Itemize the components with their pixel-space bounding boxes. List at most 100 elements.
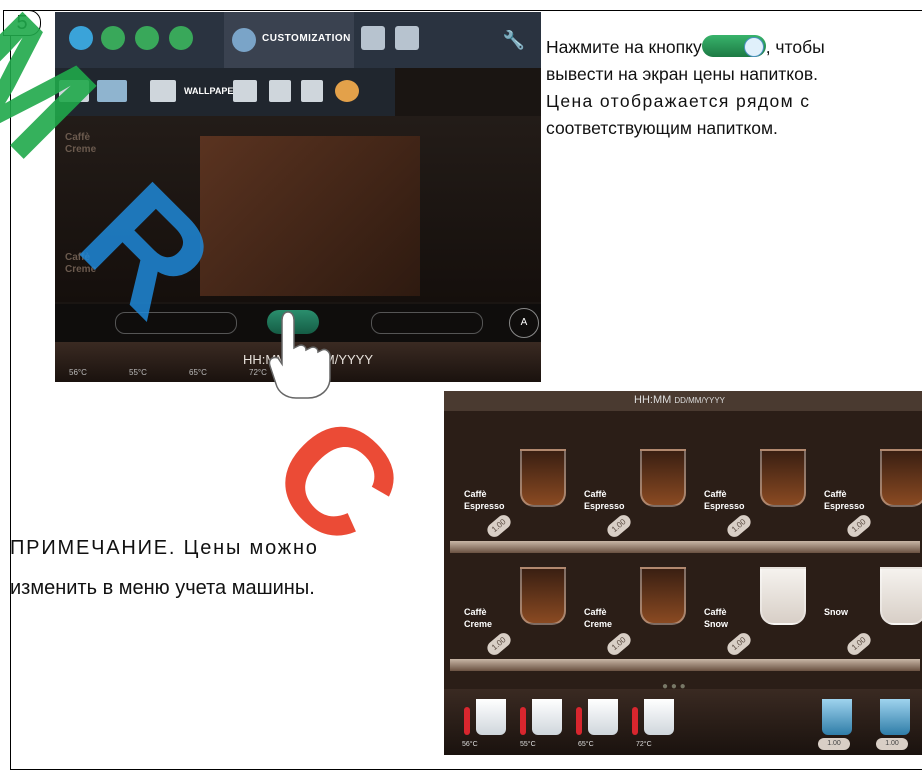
drink-name: Caffè [584,607,607,617]
milk-jug-icon[interactable] [532,699,562,735]
drink-variant: Espresso [824,501,865,511]
ghost-label: Caffè [65,252,91,263]
drink-card[interactable]: Caffè Creme 1.00 [452,567,570,659]
wallpaper-icon [150,80,176,102]
drink-name: Caffè [824,489,847,499]
user-icon[interactable] [395,26,419,50]
price-tag: 1.00 [604,630,634,658]
temp-label: 72°C [636,741,652,748]
drink-name: Caffè [464,607,487,617]
price-tag: 1.00 [844,512,874,540]
drink-name: Caffè [704,607,727,617]
price-tag: 1.00 [876,738,908,750]
layout-selector[interactable] [371,312,483,334]
drink-variant: Espresso [584,501,625,511]
cup-icon [520,449,566,507]
temp-label: 65°C [189,368,207,377]
temp-label: 56°C [69,368,87,377]
shelf [450,659,920,671]
pointing-hand-icon [268,311,331,399]
milk-jug-icon[interactable] [588,699,618,735]
drink-card[interactable]: Caffè Espresso 1.00 [452,449,570,541]
drink-variant: Creme [464,619,493,629]
display-icon[interactable] [361,26,385,50]
font-button[interactable]: A [509,308,539,338]
instruction-text: Нажмите на кнопку , чтобы вывести на экра… [546,34,922,142]
weather-icon[interactable] [301,80,323,102]
status-time: HH:MM [634,394,672,406]
instruction-line1a: Нажмите на кнопку [546,37,702,57]
book-color-icon[interactable] [97,80,127,102]
status-date: DD/MM/YYYY [674,396,726,405]
price-tag: 1.00 [724,630,754,658]
temp-label: 55°C [129,368,147,377]
shelf [450,541,920,553]
tab-wallpaper-label: WALLPAPER [184,86,240,96]
thermometer-icon [576,707,582,735]
note-line2: изменить в меню учета машины. [10,577,315,599]
instruction-line1b: , чтобы [765,37,825,57]
top-menu-bar: CUSTOMIZATION 🔧 [55,12,541,68]
info-icon[interactable] [169,26,193,50]
drink-card[interactable]: Snow 1.00 [812,567,922,659]
note-line1: ПРИМЕЧАНИЕ. Цены можно [10,537,319,559]
cup-icon [880,449,922,507]
thermometer-icon [520,707,526,735]
tab-customization[interactable]: CUSTOMIZATION [224,12,354,68]
instruction-line4: соответствующим напитком. [546,118,778,138]
drink-name: Caffè [464,489,487,499]
note-text: ПРИМЕЧАНИЕ. Цены можно изменить в меню у… [10,528,440,608]
milk-jug-icon[interactable] [476,699,506,735]
price-tag: 1.00 [484,512,514,540]
tab-customization-label: CUSTOMIZATION [262,33,351,44]
temp-label: 65°C [578,741,594,748]
water-jug-icon[interactable] [822,699,852,735]
price-tag: 1.00 [844,630,874,658]
book-icon[interactable] [59,80,89,102]
drink-variant: Snow [704,619,728,629]
price-tag: 1.00 [484,630,514,658]
speaker-icon[interactable] [269,80,291,102]
water-drop-icon[interactable] [69,26,93,50]
screensaver-icon[interactable] [233,80,257,102]
cup-icon [640,449,686,507]
drink-variant: Espresso [704,501,745,511]
cup-icon [640,567,686,625]
price-tag: 1.00 [818,738,850,750]
cup-icon [520,567,566,625]
view-selector[interactable] [115,312,237,334]
ghost-label: Creme [65,144,97,155]
clock-icon[interactable] [101,26,125,50]
water-jug-icon[interactable] [880,699,910,735]
step-number: 5 [3,10,41,36]
drink-name: Snow [824,607,848,617]
price-tag: 1.00 [724,512,754,540]
cup-icon [880,567,922,625]
drink-name: Caffè [584,489,607,499]
flag-icon[interactable] [135,26,159,50]
status-bar: HH:MM DD/MM/YYYY [444,391,922,411]
wrench-icon[interactable]: 🔧 [503,30,525,51]
bottom-bar: 56°C 55°C 65°C 72°C 1.00 1.00 [444,689,922,755]
drink-card[interactable]: Caffè Creme 1.00 [572,567,690,659]
drink-variant: Espresso [464,501,505,511]
wallpaper-preview[interactable] [200,136,420,296]
ghost-label: Creme [65,264,97,275]
drink-variant: Creme [584,619,613,629]
drink-card[interactable]: Caffè Espresso 1.00 [812,449,922,541]
palette-icon[interactable] [335,80,359,102]
pencil-icon [232,28,256,52]
thermometer-icon [464,707,470,735]
milk-jug-icon[interactable] [644,699,674,735]
cup-icon [760,567,806,625]
ghost-label: Caffè [65,132,91,143]
drink-name: Caffè [704,489,727,499]
drink-card[interactable]: Caffè Snow 1.00 [692,567,810,659]
instruction-line2: вывести на экран цены напитков. [546,64,819,84]
wallpaper-preview-area: Caffè Creme Caffè Creme [55,116,541,302]
thermometer-icon [632,707,638,735]
drink-card[interactable]: Caffè Espresso 1.00 [572,449,690,541]
screenshot-drinks-with-prices: HH:MM DD/MM/YYYY Caffè Espresso 1.00 Caffè E… [444,391,922,755]
drink-card[interactable]: Caffè Espresso 1.00 [692,449,810,541]
temp-label: 56°C [462,741,478,748]
